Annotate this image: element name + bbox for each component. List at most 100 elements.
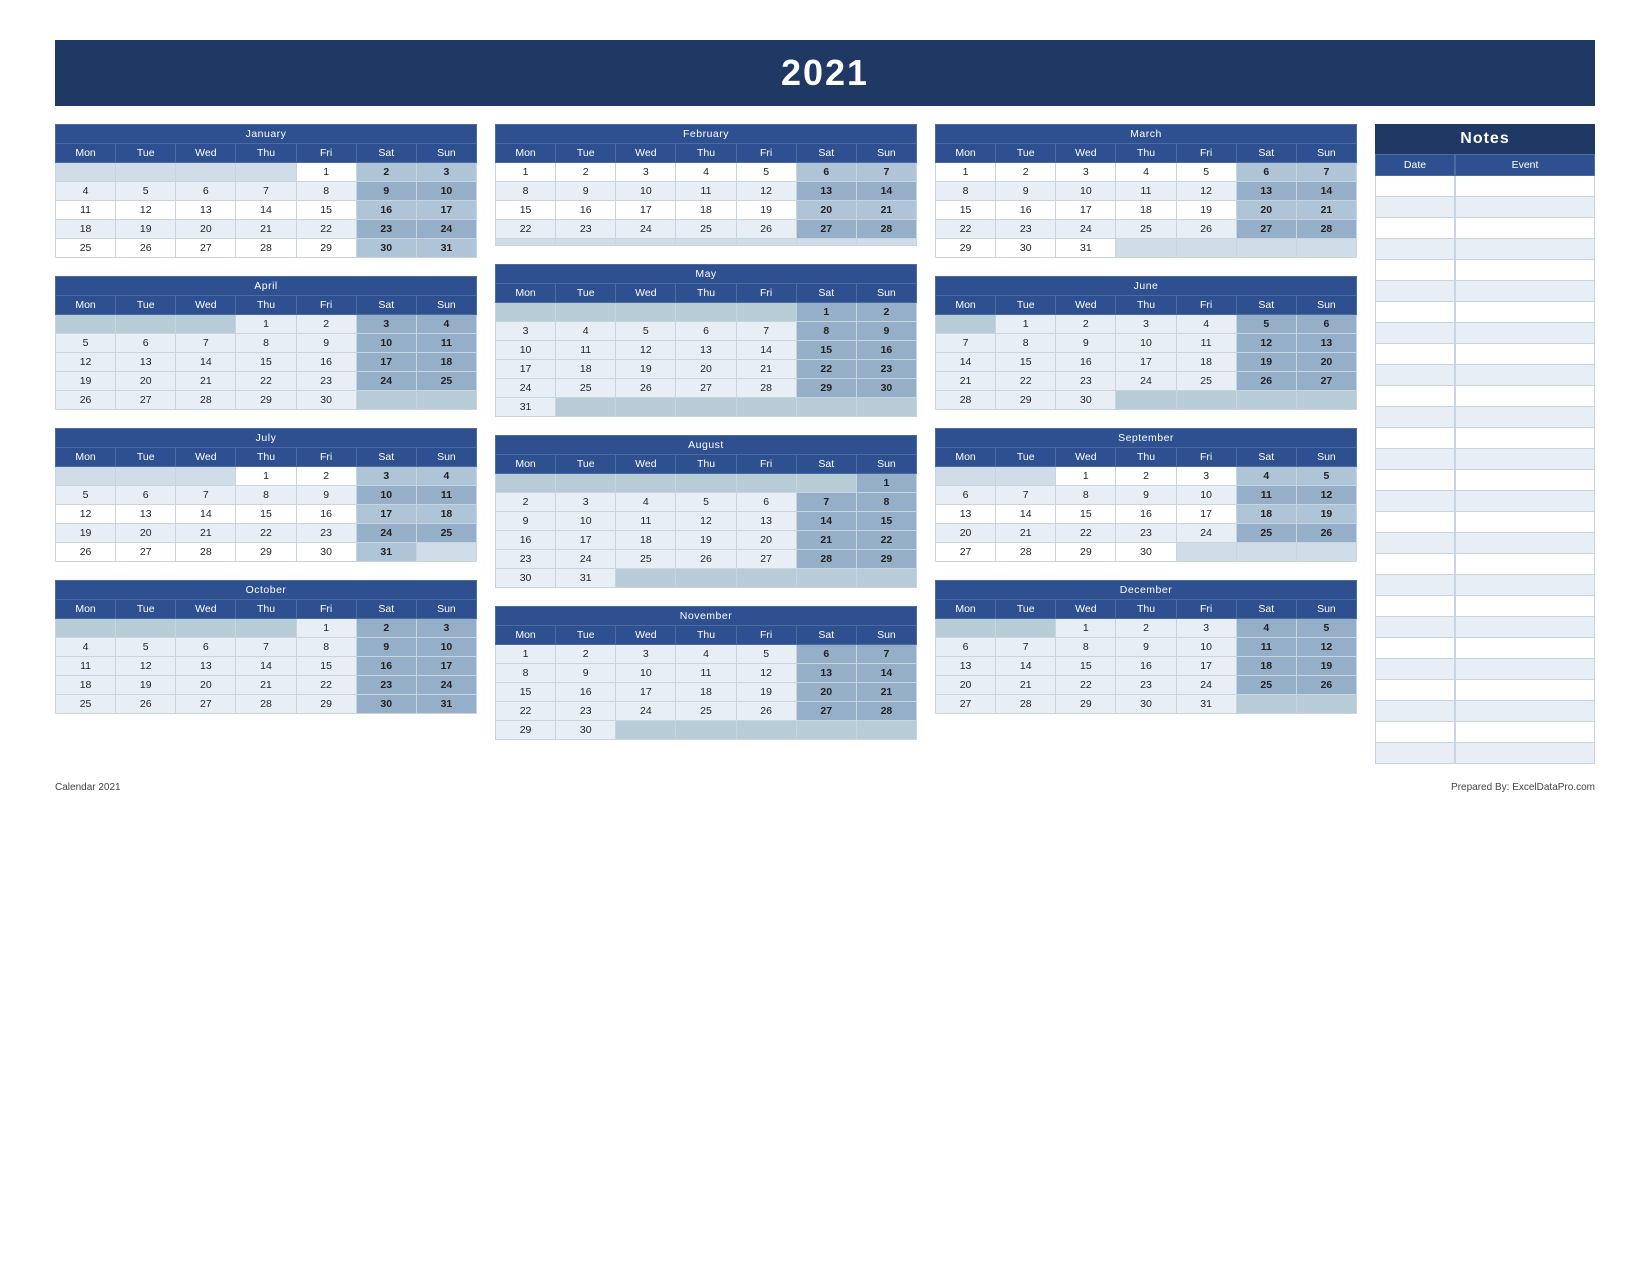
day-cell: 16 [496, 531, 556, 550]
notes-row [1375, 743, 1595, 764]
notes-event-cell[interactable] [1455, 470, 1595, 490]
notes-event-cell[interactable] [1455, 197, 1595, 217]
notes-date-cell[interactable] [1375, 659, 1455, 679]
day-cell: 1 [496, 645, 556, 664]
day-cell: 24 [416, 220, 476, 239]
day-cell: 27 [676, 379, 736, 398]
notes-event-cell[interactable] [1455, 449, 1595, 469]
notes-date-cell[interactable] [1375, 197, 1455, 217]
notes-date-cell[interactable] [1375, 575, 1455, 595]
notes-section: NotesDateEvent [1375, 124, 1595, 764]
day-header: Thu [1116, 144, 1176, 163]
notes-date-cell[interactable] [1375, 449, 1455, 469]
notes-date-cell[interactable] [1375, 428, 1455, 448]
notes-date-cell[interactable] [1375, 470, 1455, 490]
notes-event-cell[interactable] [1455, 638, 1595, 658]
notes-event-cell[interactable] [1455, 743, 1595, 763]
notes-date-cell[interactable] [1375, 491, 1455, 511]
notes-event-cell[interactable] [1455, 512, 1595, 532]
day-cell: 21 [996, 524, 1056, 543]
day-cell: 27 [796, 220, 856, 239]
day-header: Thu [236, 448, 296, 467]
notes-event-cell[interactable] [1455, 701, 1595, 721]
day-cell: 8 [1056, 486, 1116, 505]
notes-event-cell[interactable] [1455, 218, 1595, 238]
notes-event-cell[interactable] [1455, 365, 1595, 385]
empty-day [676, 721, 736, 740]
notes-date-cell[interactable] [1375, 554, 1455, 574]
notes-date-cell[interactable] [1375, 512, 1455, 532]
notes-date-cell[interactable] [1375, 617, 1455, 637]
day-cell: 5 [1236, 315, 1296, 334]
notes-date-cell[interactable] [1375, 344, 1455, 364]
day-cell: 18 [1236, 657, 1296, 676]
notes-event-cell[interactable] [1455, 302, 1595, 322]
notes-event-cell[interactable] [1455, 323, 1595, 343]
notes-date-cell[interactable] [1375, 407, 1455, 427]
day-cell: 29 [296, 695, 356, 714]
day-cell: 18 [676, 201, 736, 220]
day-header: Tue [116, 600, 176, 619]
notes-date-cell[interactable] [1375, 323, 1455, 343]
notes-date-cell[interactable] [1375, 386, 1455, 406]
notes-event-cell[interactable] [1455, 554, 1595, 574]
day-header: Wed [616, 284, 676, 303]
notes-event-cell[interactable] [1455, 407, 1595, 427]
notes-date-cell[interactable] [1375, 260, 1455, 280]
notes-date-cell[interactable] [1375, 281, 1455, 301]
notes-event-cell[interactable] [1455, 260, 1595, 280]
day-cell: 14 [1296, 182, 1356, 201]
notes-date-cell[interactable] [1375, 218, 1455, 238]
notes-date-cell[interactable] [1375, 596, 1455, 616]
day-cell: 2 [556, 645, 616, 664]
notes-event-cell[interactable] [1455, 533, 1595, 553]
notes-date-cell[interactable] [1375, 701, 1455, 721]
day-header: Mon [56, 296, 116, 315]
month-title: November [496, 607, 917, 626]
day-header: Mon [56, 448, 116, 467]
notes-date-cell[interactable] [1375, 365, 1455, 385]
notes-event-cell[interactable] [1455, 386, 1595, 406]
day-cell: 6 [936, 486, 996, 505]
notes-event-cell[interactable] [1455, 491, 1595, 511]
notes-date-cell[interactable] [1375, 680, 1455, 700]
day-cell: 25 [556, 379, 616, 398]
notes-event-cell[interactable] [1455, 617, 1595, 637]
notes-event-cell[interactable] [1455, 596, 1595, 616]
notes-row [1375, 407, 1595, 428]
empty-day [176, 619, 236, 638]
day-cell: 5 [676, 493, 736, 512]
empty-day [1236, 543, 1296, 562]
notes-date-cell[interactable] [1375, 239, 1455, 259]
notes-date-cell[interactable] [1375, 722, 1455, 742]
day-cell: 22 [856, 531, 916, 550]
notes-event-cell[interactable] [1455, 176, 1595, 196]
notes-date-cell[interactable] [1375, 533, 1455, 553]
day-header: Sun [416, 296, 476, 315]
notes-date-cell[interactable] [1375, 638, 1455, 658]
notes-event-cell[interactable] [1455, 239, 1595, 259]
day-cell: 3 [556, 493, 616, 512]
day-cell: 23 [996, 220, 1056, 239]
notes-event-cell[interactable] [1455, 428, 1595, 448]
notes-event-cell[interactable] [1455, 281, 1595, 301]
notes-event-cell[interactable] [1455, 659, 1595, 679]
day-cell: 21 [996, 676, 1056, 695]
month-title: January [56, 125, 477, 144]
day-cell: 3 [1176, 619, 1236, 638]
notes-event-cell[interactable] [1455, 722, 1595, 742]
notes-date-cell[interactable] [1375, 302, 1455, 322]
day-cell: 16 [1056, 353, 1116, 372]
day-cell: 10 [1176, 638, 1236, 657]
notes-date-cell[interactable] [1375, 176, 1455, 196]
day-header: Wed [1056, 144, 1116, 163]
notes-event-cell[interactable] [1455, 680, 1595, 700]
day-header: Sat [796, 284, 856, 303]
notes-date-cell[interactable] [1375, 743, 1455, 763]
day-cell: 15 [1056, 505, 1116, 524]
day-header: Tue [996, 144, 1056, 163]
notes-event-cell[interactable] [1455, 344, 1595, 364]
notes-event-cell[interactable] [1455, 575, 1595, 595]
month-title: March [936, 125, 1357, 144]
day-cell: 3 [356, 467, 416, 486]
